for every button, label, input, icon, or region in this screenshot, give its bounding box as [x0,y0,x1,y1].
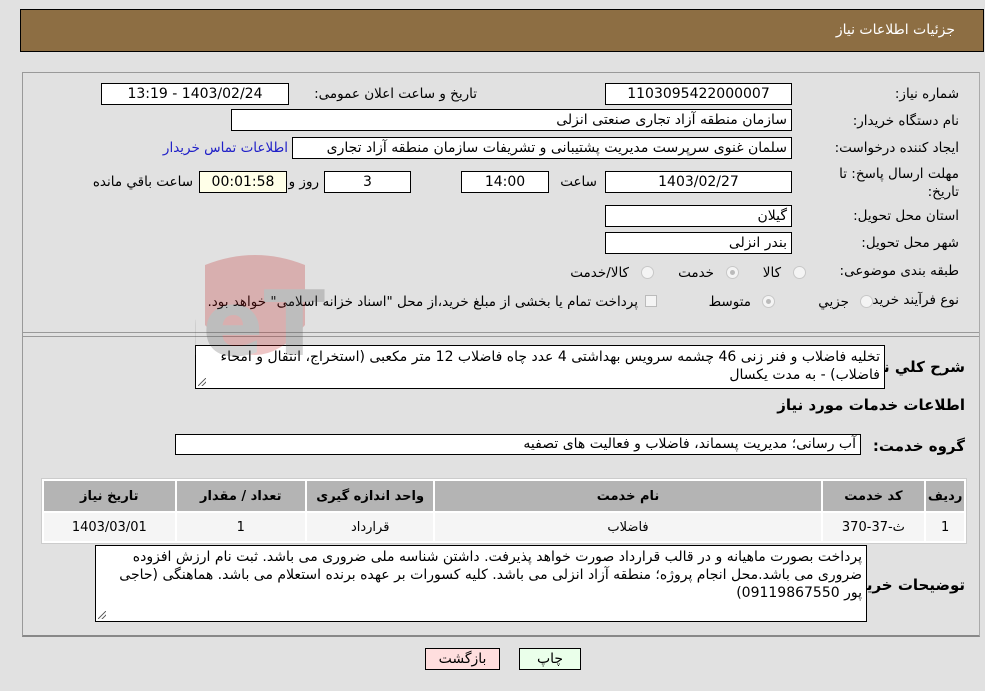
cell-service-name: فاضلاب [435,513,821,541]
treasury-checkbox[interactable] [645,295,657,307]
description-text: تخلیه فاضلاب و فنر زنی 46 چشمه سرویس بهد… [220,349,880,383]
description-textarea[interactable]: تخلیه فاضلاب و فنر زنی 46 چشمه سرویس بهد… [195,345,885,389]
purchase-minor-radio[interactable] [860,295,873,308]
table-row: 1 ث-37-370 فاضلاب قرارداد 1 1403/03/01 [44,513,964,541]
category-service-label: خدمت [678,265,714,281]
province-field: گیلان [605,205,792,227]
buyer-org-label: نام دستگاه خریدار: [852,113,959,129]
cell-need-date: 1403/03/01 [44,513,175,541]
back-button[interactable]: بازگشت [425,648,500,670]
announce-datetime-field: 1403/02/24 - 13:19 [101,83,289,105]
category-label: طبقه بندی موضوعی: [839,263,959,279]
need-number-field: 1103095422000007 [605,83,792,105]
announce-datetime-label: تاریخ و ساعت اعلان عمومی: [314,86,477,102]
category-goods-radio[interactable] [793,266,806,279]
col-row-number: ردیف [926,481,964,511]
purchase-type-label: نوع فرآیند خرید : [863,292,959,308]
remaining-days-field: 3 [324,171,411,193]
requester-field: سلمان غنوی سرپرست مدیریت پشتیبانی و تشری… [292,137,792,159]
buyer-notes-textarea[interactable]: پرداخت بصورت ماهیانه و در قالب قرارداد ص… [95,545,867,622]
separator [23,336,979,337]
category-goods-service-label: کالا/خدمت [570,265,629,281]
category-service-radio[interactable] [726,266,739,279]
col-quantity: تعداد / مقدار [176,481,305,511]
cell-service-code: ث-37-370 [822,513,925,541]
category-goods-label: کالا [762,265,781,281]
cell-quantity: 1 [176,513,305,541]
treasury-checkbox-label: پرداخت تمام یا بخشی از مبلغ خرید،از محل … [207,294,638,310]
city-label: شهر محل تحویل: [861,235,959,251]
services-table: ردیف کد خدمت نام خدمت واحد اندازه گیری ت… [41,478,967,544]
table-header-row: ردیف کد خدمت نام خدمت واحد اندازه گیری ت… [44,481,964,511]
purchase-minor-label: جزيي [818,294,849,310]
resize-grip-icon[interactable] [198,378,206,386]
buyer-org-field: سازمان منطقه آزاد تجاری صنعتی انزلی [231,109,792,131]
col-unit: واحد اندازه گیری [307,481,434,511]
requester-label: ایجاد کننده درخواست: [834,140,959,156]
buyer-notes-text: پرداخت بصورت ماهیانه و در قالب قرارداد ص… [119,549,862,601]
need-number-label: شماره نیاز: [894,86,959,102]
col-service-code: کد خدمت [822,481,925,511]
deadline-label: مهلت ارسال پاسخ: تا تاریخ: [839,166,959,200]
print-button[interactable]: چاپ [519,648,581,670]
purchase-medium-radio[interactable] [762,295,775,308]
separator [23,332,979,333]
days-label: روز و [288,174,319,190]
service-group-label: گروه خدمت: [872,437,965,455]
service-group-field: آب رسانی؛ مدیریت پسماند، فاضلاب و فعالیت… [175,434,861,455]
province-label: استان محل تحویل: [853,208,959,224]
purchase-medium-label: متوسط [708,294,751,310]
category-goods-service-radio[interactable] [641,266,654,279]
buyer-contact-link[interactable]: اطلاعات تماس خریدار [163,140,288,156]
deadline-date-field: 1403/02/27 [605,171,792,193]
page-header: جزئیات اطلاعات نیاز [20,9,984,52]
cell-row-number: 1 [926,513,964,541]
page-title: جزئیات اطلاعات نیاز [835,22,955,38]
col-need-date: تاریخ نیاز [44,481,175,511]
cell-unit: قرارداد [307,513,434,541]
remaining-time-label: ساعت باقي مانده [92,174,193,190]
details-panel: شماره نیاز: 1103095422000007 تاریخ و ساع… [22,72,980,637]
deadline-time-field: 14:00 [461,171,549,193]
services-section-title: اطلاعات خدمات مورد نیاز [777,396,965,414]
deadline-time-label: ساعت [560,174,597,190]
col-service-name: نام خدمت [435,481,821,511]
remaining-time-field: 00:01:58 [199,171,287,193]
resize-grip-icon[interactable] [98,611,106,619]
city-field: بندر انزلی [605,232,792,254]
